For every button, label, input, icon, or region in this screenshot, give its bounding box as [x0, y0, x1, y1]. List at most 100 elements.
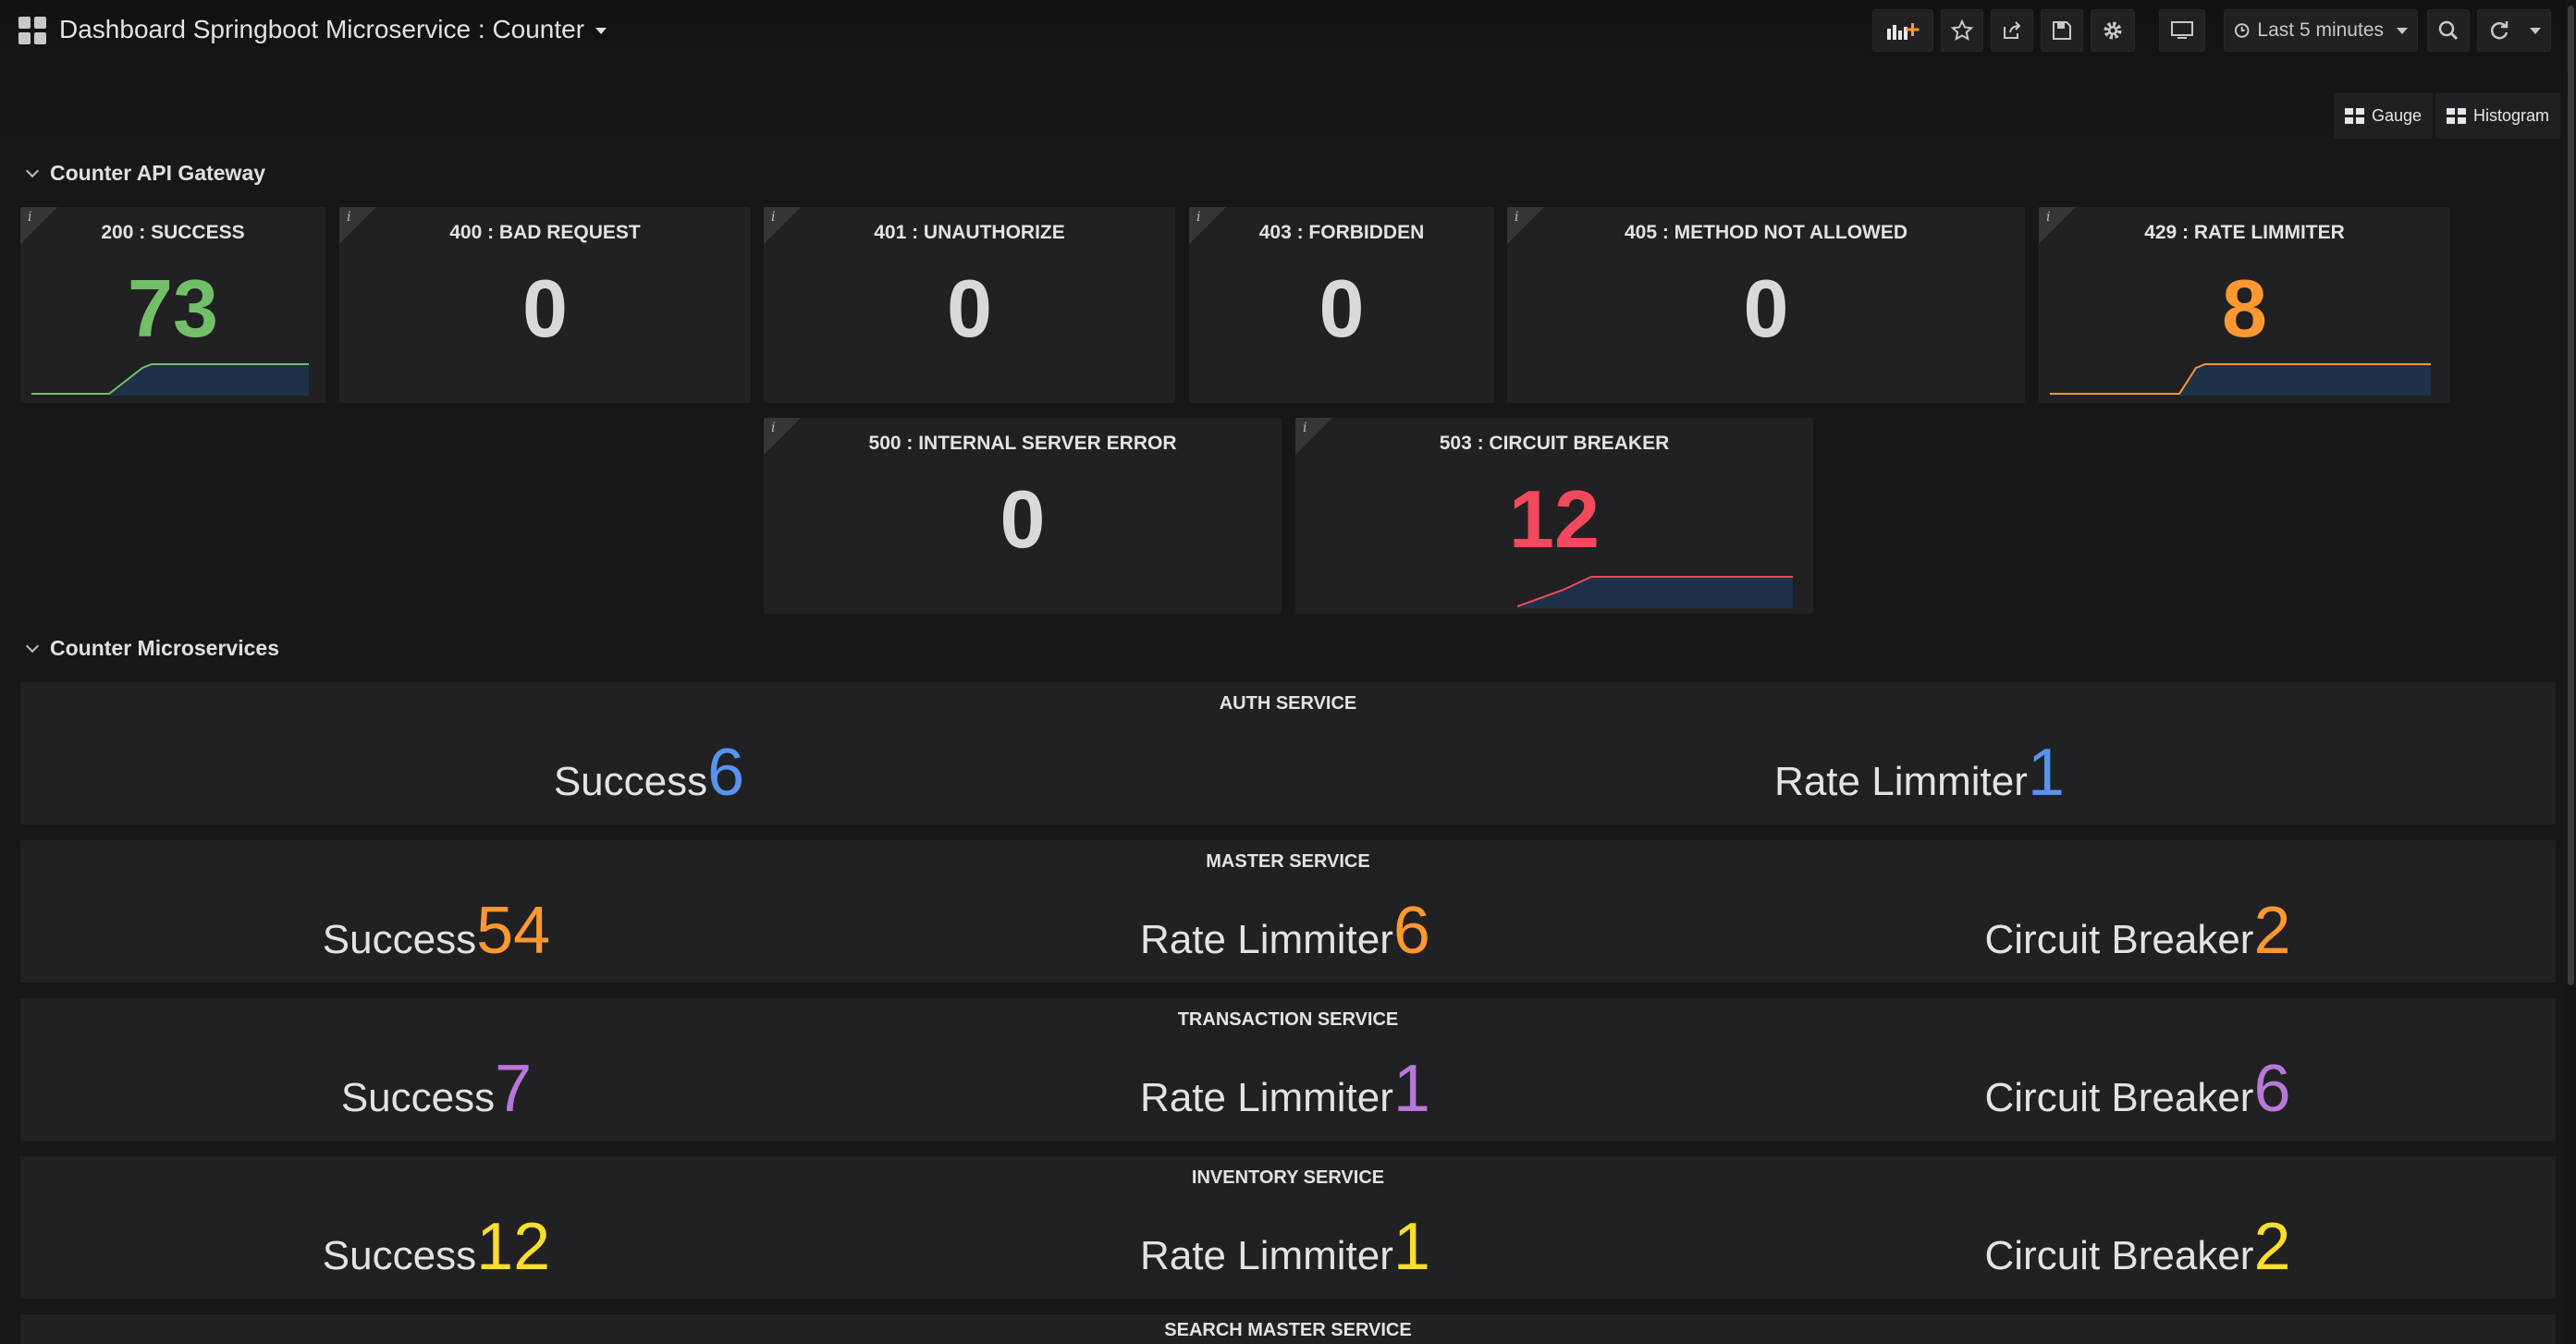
stat-label: Success	[322, 1233, 477, 1278]
stat-label: Rate Limmiter	[1774, 759, 2028, 804]
time-range-picker[interactable]: Last 5 minutes	[2224, 9, 2418, 52]
stat-value: 12	[1509, 473, 1600, 565]
service-panel-search-master: SEARCH MASTER SERVICE	[20, 1314, 2556, 1344]
stat-value: 2	[2253, 1210, 2291, 1284]
panel-title[interactable]: INVENTORY SERVICE	[20, 1167, 2556, 1189]
stat-value: 6	[707, 736, 745, 810]
dashboard-title-picker[interactable]: Dashboard Springboot Microservice : Coun…	[59, 15, 607, 44]
stat-label: Success	[553, 759, 708, 804]
stat-value: 54	[476, 894, 551, 968]
stat-value: 0	[1319, 263, 1365, 354]
stat-value: 12	[476, 1210, 551, 1284]
gauge-link-label: Gauge	[2372, 105, 2423, 125]
stat-label: Circuit Breaker	[1984, 917, 2254, 962]
share-button[interactable]	[1991, 9, 2033, 52]
panel-title[interactable]: 200 : SUCCESS	[20, 222, 325, 244]
save-icon	[2053, 21, 2071, 40]
star-icon	[1951, 19, 1973, 41]
stat-success: Success 54	[323, 898, 550, 964]
stat-value: 73	[128, 263, 218, 354]
refresh-button[interactable]	[2477, 9, 2551, 52]
row-title: Counter Microservices	[50, 636, 279, 660]
stat-panel-429-rate-limmiter: i 429 : RATE LIMMITER 8	[2039, 207, 2450, 403]
tv-mode-button[interactable]	[2159, 9, 2205, 52]
stat-value: 6	[2253, 1052, 2291, 1126]
stat-panel-200-success: i 200 : SUCCESS 73	[20, 207, 325, 403]
stat-label: Success	[322, 917, 477, 962]
scrollbar-thumb[interactable]	[2568, 6, 2574, 985]
add-panel-button[interactable]	[1872, 9, 1933, 52]
stat-panel-403-forbidden: i 403 : FORBIDDEN 0	[1189, 207, 1494, 403]
sparkline	[31, 363, 309, 396]
stat-value: 7	[495, 1052, 533, 1126]
dashboard-title: Dashboard Springboot Microservice : Coun…	[59, 15, 585, 43]
zoom-out-button[interactable]	[2427, 9, 2470, 52]
star-button[interactable]	[1941, 9, 1983, 52]
dashboard-apps-icon[interactable]	[18, 17, 46, 44]
stat-panel-400-bad-request: i 400 : BAD REQUEST 0	[339, 207, 751, 403]
stat-panel-500-internal-server-error: i 500 : INTERNAL SERVER ERROR 0	[764, 418, 1282, 614]
stat-circuit-breaker: Circuit Breaker 2	[1984, 898, 2290, 964]
stat-label: Circuit Breaker	[1984, 1075, 2254, 1120]
stat-value: 0	[1000, 473, 1046, 565]
stat-rate-limmiter: Rate Limmiter 1	[1140, 1214, 1430, 1280]
panel-title[interactable]: TRANSACTION SERVICE	[20, 1009, 2556, 1031]
row-counter-api-gateway[interactable]: Counter API Gateway	[25, 161, 265, 186]
save-button[interactable]	[2041, 9, 2083, 52]
panel-title[interactable]: 503 : CIRCUIT BREAKER	[1295, 433, 1813, 455]
stat-label: Success	[340, 1075, 496, 1120]
add-panel-icon	[1887, 23, 1920, 40]
gauge-link[interactable]: Gauge	[2334, 92, 2434, 139]
stat-value: 6	[1392, 894, 1430, 968]
stat-value: 0	[1743, 263, 1789, 354]
panel-title[interactable]: 500 : INTERNAL SERVER ERROR	[764, 433, 1282, 455]
histogram-link[interactable]: Histogram	[2435, 92, 2561, 139]
stat-value: 8	[2222, 263, 2267, 354]
panel-title[interactable]: 403 : FORBIDDEN	[1189, 222, 1494, 244]
chevron-down-icon	[25, 164, 40, 177]
stat-circuit-breaker: Circuit Breaker 6	[1984, 1056, 2290, 1122]
panel-title[interactable]: MASTER SERVICE	[20, 851, 2556, 873]
clock-icon	[2234, 23, 2250, 38]
stat-success: Success 6	[554, 739, 744, 806]
stat-value: 0	[522, 263, 568, 354]
stat-rate-limmiter: Rate Limmiter 1	[1140, 1056, 1430, 1122]
panel-title[interactable]: 429 : RATE LIMMITER	[2039, 222, 2450, 244]
service-panel-inventory: INVENTORY SERVICE Success 12 Rate Limmite…	[20, 1156, 2556, 1299]
time-range-label: Last 5 minutes	[2257, 19, 2384, 41]
caret-down-icon	[2529, 27, 2541, 34]
sparkline	[2050, 363, 2431, 396]
service-panel-transaction: TRANSACTION SERVICE Success 7 Rate Limmit…	[20, 998, 2556, 1141]
panel-title[interactable]: 401 : UNAUTHORIZE	[764, 222, 1175, 244]
stat-value: 1	[2027, 736, 2065, 810]
stat-success: Success 12	[323, 1214, 550, 1280]
service-panel-master: MASTER SERVICE Success 54 Rate Limmiter 6 …	[20, 840, 2556, 983]
gear-icon	[2104, 21, 2122, 40]
stat-value: 2	[2253, 894, 2291, 968]
panel-title[interactable]: 405 : METHOD NOT ALLOWED	[1507, 222, 2025, 244]
row-counter-microservices[interactable]: Counter Microservices	[25, 636, 279, 661]
stat-label: Rate Limmiter	[1140, 917, 1393, 962]
service-panel-auth: AUTH SERVICE Success 6 Rate Limmiter 1	[20, 682, 2556, 825]
stat-label: Rate Limmiter	[1140, 1075, 1393, 1120]
stat-rate-limmiter: Rate Limmiter 6	[1140, 898, 1430, 964]
caret-down-icon	[595, 28, 607, 35]
apps-icon	[2345, 107, 2364, 124]
stat-rate-limmiter: Rate Limmiter 1	[1774, 739, 2065, 806]
panel-title[interactable]: SEARCH MASTER SERVICE	[20, 1320, 2556, 1341]
sparkline	[1517, 576, 1793, 608]
panel-title[interactable]: 400 : BAD REQUEST	[339, 222, 751, 244]
histogram-link-label: Histogram	[2473, 105, 2550, 125]
caret-down-icon	[2397, 27, 2408, 34]
stat-panel-405-method-not-allowed: i 405 : METHOD NOT ALLOWED 0	[1507, 207, 2025, 403]
stat-circuit-breaker: Circuit Breaker 2	[1984, 1214, 2290, 1280]
tv-mode-icon	[2171, 21, 2193, 39]
stat-success: Success 7	[341, 1056, 532, 1122]
settings-button[interactable]	[2091, 9, 2135, 52]
share-icon	[2004, 21, 2021, 39]
refresh-icon	[2490, 21, 2508, 40]
panel-title[interactable]: AUTH SERVICE	[20, 693, 2556, 715]
chevron-down-icon	[25, 639, 40, 653]
zoom-out-icon	[2438, 20, 2459, 41]
stat-panel-401-unauthorize: i 401 : UNAUTHORIZE 0	[764, 207, 1175, 403]
